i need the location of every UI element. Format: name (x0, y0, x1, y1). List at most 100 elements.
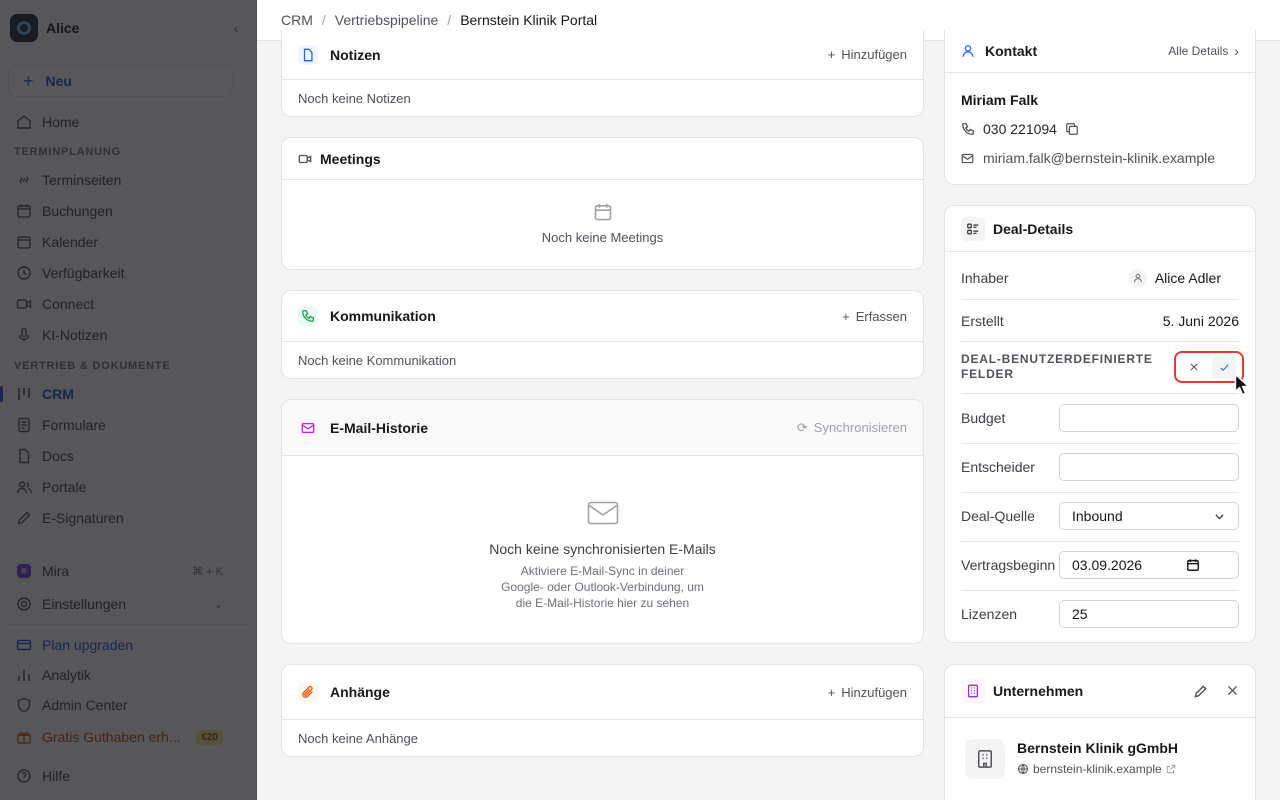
meetings-header: Meetings (282, 138, 923, 180)
sidebar-item-crm[interactable]: CRM (0, 380, 233, 408)
breadcrumb-separator: / (321, 12, 326, 28)
owner-name: Alice Adler (1154, 270, 1221, 286)
contact-email[interactable]: miriam.falk@bernstein-klinik.example (983, 150, 1215, 166)
email-empty-title: Noch keine synchronisierten E-Mails (489, 541, 716, 557)
app-logo (10, 14, 38, 42)
email-history-title: E-Mail-Historie (330, 419, 429, 436)
list-details-icon (961, 216, 985, 241)
communication-log-button[interactable]: + Erfassen (842, 309, 907, 324)
communication-log-label: Erfassen (855, 308, 907, 324)
company-name[interactable]: Bernstein Klinik gGmbH (1017, 740, 1178, 756)
edit-icon[interactable] (1193, 684, 1208, 699)
divider (961, 341, 1239, 342)
contract-row: Vertragsbeginn 03.09.2026 (961, 550, 1239, 580)
sidebar-item-connect[interactable]: Connect (8, 290, 233, 318)
decider-label: Entscheider (961, 459, 1035, 475)
sidebar-item-label: Einstellungen (42, 596, 127, 612)
email-empty-description: Aktiviere E-Mail-Sync in deiner Google- … (282, 563, 923, 611)
email-sync-button[interactable]: ⟳ Synchronisieren (797, 420, 907, 436)
new-button[interactable]: + Neu (8, 65, 233, 97)
copy-icon[interactable] (1065, 122, 1079, 136)
owner-value[interactable]: Alice Adler (1128, 269, 1221, 287)
external-link-icon[interactable] (1166, 764, 1176, 774)
sidebar-item-credit[interactable]: Gratis Guthaben erh... €20 (8, 723, 233, 751)
contract-date-input[interactable]: 03.09.2026 (1059, 551, 1239, 579)
budget-input[interactable] (1059, 404, 1239, 432)
sidebar-item-admin-center[interactable]: Admin Center (8, 691, 233, 719)
deal-details-header: Deal-Details (945, 206, 1255, 252)
sidebar-item-label: KI-Notizen (42, 327, 108, 343)
sidebar-divider (8, 624, 248, 625)
contact-phone[interactable]: 030 221094 (983, 121, 1057, 137)
chevron-down-icon (1213, 510, 1226, 523)
sidebar-item-terminseiten[interactable]: Terminseiten (8, 166, 233, 194)
contract-label: Vertragsbeginn (961, 557, 1056, 573)
home-icon (16, 114, 32, 130)
collapse-sidebar-icon[interactable]: ‹ (228, 20, 244, 36)
sidebar-item-formulare[interactable]: Formulare (8, 411, 233, 439)
gift-icon (16, 729, 32, 745)
sidebar-item-docs[interactable]: Docs (8, 442, 233, 470)
sidebar-item-ki-notizen[interactable]: KI-Notizen (8, 321, 233, 349)
sidebar-item-einstellungen[interactable]: Einstellungen ⌄ (8, 590, 233, 618)
licenses-input[interactable]: 25 (1059, 600, 1239, 628)
breadcrumb-crm[interactable]: CRM (281, 12, 313, 28)
attachments-header: Anhänge + Hinzufügen (282, 665, 923, 720)
sidebar-item-kalender[interactable]: Kalender (8, 228, 233, 256)
company-website[interactable]: bernstein-klinik.example (1033, 762, 1162, 776)
cancel-button[interactable] (1182, 356, 1206, 378)
calendar-icon[interactable] (1186, 558, 1200, 572)
sidebar-section-termin: TERMINPLANUNG (14, 146, 121, 158)
deal-details-title: Deal-Details (993, 220, 1074, 237)
budget-row: Budget (961, 403, 1239, 433)
sidebar-section-vertrieb: VERTRIEB & DOKUMENTE (14, 360, 171, 372)
attachments-add-label: Hinzufügen (841, 684, 907, 700)
communication-empty: Noch keine Kommunikation (298, 353, 457, 368)
notes-add-button[interactable]: + Hinzufügen (828, 47, 907, 62)
sidebar-item-portale[interactable]: Portale (8, 473, 233, 501)
paperclip-icon (298, 682, 318, 702)
sidebar-item-hilfe[interactable]: Hilfe (8, 762, 233, 790)
licenses-label: Lizenzen (961, 606, 1018, 622)
contact-title: Kontakt (985, 43, 1038, 59)
sidebar-item-e-signaturen[interactable]: E-Signaturen (8, 504, 233, 532)
created-label: Erstellt (961, 313, 1004, 329)
sidebar-item-label: Home (42, 114, 80, 130)
sidebar-item-buchungen[interactable]: Buchungen (8, 197, 233, 225)
source-select[interactable]: Inbound (1059, 502, 1239, 530)
company-actions (1193, 684, 1239, 699)
budget-label: Budget (961, 410, 1006, 426)
contact-details-link[interactable]: Alle Details › (1168, 43, 1239, 59)
sidebar-item-home[interactable]: Home (8, 108, 233, 136)
document-icon (16, 448, 32, 464)
company-card: Unternehmen Bernstein Klinik gGmbH berns… (944, 664, 1256, 800)
close-icon[interactable] (1226, 684, 1239, 699)
users-icon (16, 479, 32, 495)
workspace-switcher[interactable]: Alice ‹ (0, 0, 256, 56)
sidebar-item-upgrade[interactable]: Plan upgraden (8, 631, 233, 659)
calendar-icon (16, 203, 32, 219)
credit-badge: €20 (196, 729, 223, 745)
owner-row: Inhaber Alice Adler (961, 268, 1239, 288)
sidebar-item-label: Buchungen (42, 203, 113, 219)
sidebar-item-verfuegbarkeit[interactable]: Verfügbarkeit (8, 259, 233, 287)
plus-icon: + (842, 308, 850, 324)
breadcrumb-pipeline[interactable]: Vertriebspipeline (335, 12, 439, 28)
attachments-add-button[interactable]: + Hinzufügen (828, 685, 907, 700)
meetings-card: Meetings Noch keine Meetings (281, 137, 924, 270)
mail-icon (298, 417, 318, 438)
decider-input[interactable] (1059, 453, 1239, 481)
notes-add-label: Hinzufügen (841, 47, 907, 62)
confirm-button[interactable] (1212, 356, 1236, 378)
sidebar-item-mira[interactable]: Mira ⌘ + K (8, 557, 233, 585)
company-title: Unternehmen (993, 683, 1084, 699)
custom-fields-heading-line: FELDER (961, 367, 1014, 381)
bar-chart-icon (16, 667, 32, 683)
divider (961, 492, 1239, 493)
sidebar-scroll-fade (0, 540, 256, 552)
form-icon (16, 417, 32, 433)
help-icon (16, 768, 32, 784)
sidebar-item-analytik[interactable]: Analytik (8, 661, 233, 689)
mail-empty-icon (282, 500, 923, 529)
created-value: 5. Juni 2026 (1162, 313, 1239, 329)
